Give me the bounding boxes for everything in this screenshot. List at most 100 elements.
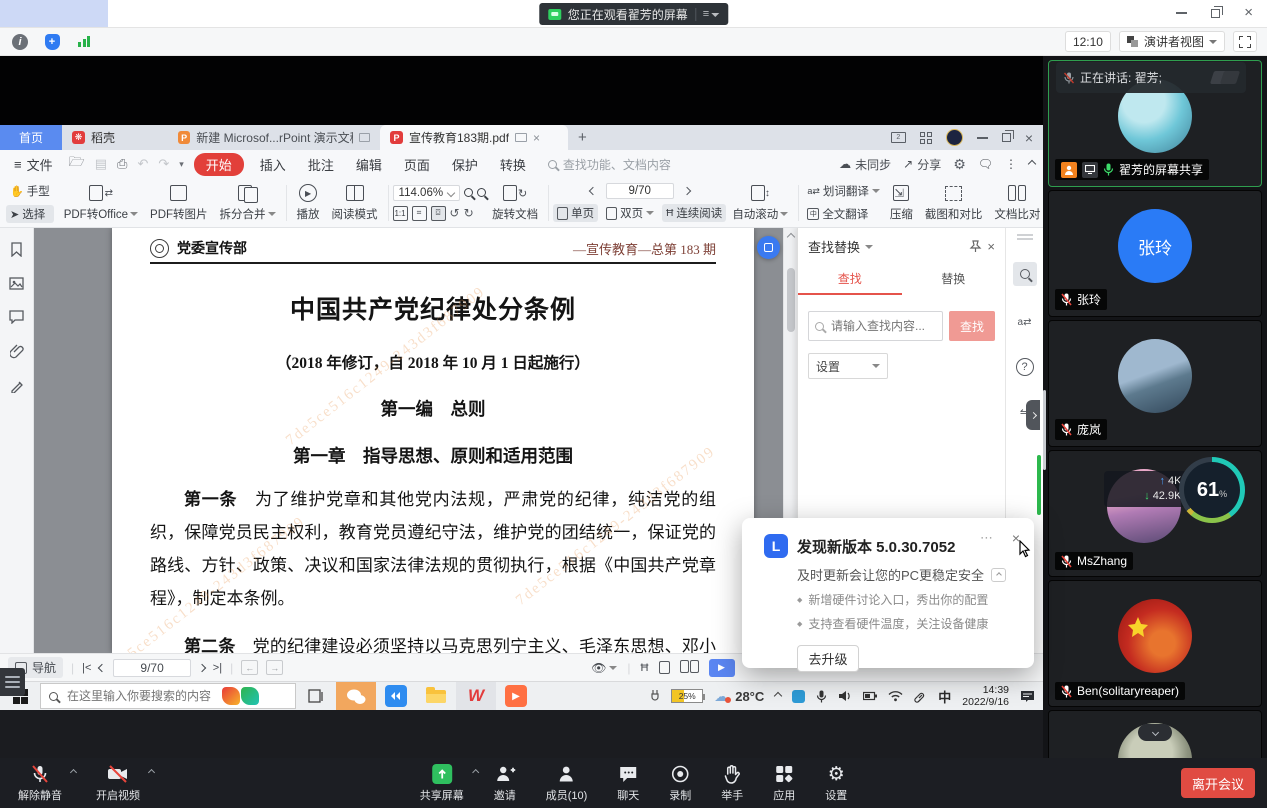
more-vertical-icon[interactable]: ⋮	[1005, 157, 1017, 171]
auto-scroll-button[interactable]: ↕ 自动滚动	[726, 180, 794, 226]
continuous-icon[interactable]: Ħ	[641, 662, 649, 674]
statusbar-page-indicator[interactable]: 9/70	[113, 659, 190, 677]
tab-ppt-document[interactable]: P 新建 Microsof...rPoint 演示文稿	[168, 125, 380, 150]
tab-close-icon[interactable]: ×	[533, 131, 540, 145]
zoom-level-select[interactable]: 114.06%	[393, 185, 461, 201]
tab-find[interactable]: 查找	[798, 264, 902, 295]
comment-icon[interactable]	[9, 310, 24, 324]
share-options-caret[interactable]	[473, 766, 478, 778]
next-page-icon[interactable]	[683, 187, 691, 195]
security-shield-icon[interactable]: +	[42, 32, 62, 52]
toolbar-more-icon[interactable]: ▾	[179, 159, 184, 170]
fit-page-icon[interactable]: ⌗	[412, 206, 427, 221]
taskbar-wechat[interactable]	[336, 682, 376, 710]
tab-pdf-document[interactable]: P 宣传教育183期.pdf ×	[380, 125, 568, 150]
menu-search[interactable]: 查找功能、文档内容	[548, 156, 671, 173]
compress-button[interactable]: ⇲ 压缩	[884, 180, 919, 226]
restore-button[interactable]	[1211, 9, 1220, 18]
list-toggle-icon[interactable]: ≡	[703, 8, 719, 20]
zoom-out-icon[interactable]	[464, 188, 473, 197]
collapse-ribbon-icon[interactable]	[1028, 160, 1036, 168]
rotate-doc-button[interactable]: ↻ 旋转文档	[486, 180, 544, 226]
translate-panel-icon[interactable]: a⇄	[1013, 310, 1037, 334]
menu-page[interactable]: 页面	[398, 155, 436, 174]
desktop-corner-widget[interactable]	[0, 668, 25, 696]
weather-widget[interactable]: ☁ 28°C	[714, 688, 764, 705]
notification-center-icon[interactable]	[1020, 690, 1035, 703]
video-options-caret[interactable]	[149, 766, 154, 778]
save-icon[interactable]: ▤	[95, 156, 107, 172]
apps-button[interactable]: 应用	[773, 763, 795, 803]
read-mode-button[interactable]: 阅读模式	[326, 180, 384, 226]
pdf-to-office-button[interactable]: ⇄ PDF转Office	[58, 180, 144, 226]
network-signal-icon[interactable]	[74, 32, 94, 52]
wps-restore-button[interactable]	[1002, 133, 1011, 142]
taskbar-wpp[interactable]: ▶	[496, 682, 536, 710]
pdf-to-image-button[interactable]: PDF转图片	[144, 180, 214, 226]
menu-protect[interactable]: 保护	[446, 155, 484, 174]
tab-grid-icon[interactable]	[920, 132, 932, 144]
taskbar-search[interactable]	[40, 683, 296, 709]
menu-convert[interactable]: 转换	[494, 155, 532, 174]
full-translate-button[interactable]: 中全文翻译	[803, 205, 884, 223]
unmute-button[interactable]: 解除静音	[18, 763, 62, 803]
undo-icon[interactable]: ↶	[137, 156, 148, 172]
mic-tray-icon[interactable]	[816, 690, 827, 703]
image-icon[interactable]	[9, 277, 24, 290]
menu-start[interactable]: 开始	[194, 153, 244, 176]
page-indicator[interactable]: 9/70	[606, 183, 674, 199]
first-page-icon[interactable]: |<	[82, 662, 91, 674]
double-page-button[interactable]: 双页	[602, 204, 658, 222]
participant-tile[interactable]: 张玲 张玲	[1048, 190, 1262, 317]
minimize-button[interactable]	[1176, 12, 1187, 14]
settings-button[interactable]: ⚙ 设置	[825, 763, 847, 803]
forward-view-icon[interactable]: →	[266, 660, 283, 675]
link-tray-icon[interactable]	[914, 690, 927, 703]
menu-file[interactable]: ≡ 文件	[8, 155, 59, 174]
zoom-in-icon[interactable]	[477, 188, 486, 197]
scrollbar-thumb[interactable]	[787, 268, 795, 332]
window-switch-icon[interactable]: 2	[891, 132, 906, 143]
menu-comment[interactable]: 批注	[302, 155, 340, 174]
slideshow-play-button[interactable]: ▶	[709, 659, 735, 677]
upgrade-button[interactable]: 去升级	[797, 645, 859, 672]
start-video-button[interactable]: 开启视频	[96, 763, 140, 803]
tab-replace[interactable]: 替换	[902, 264, 1006, 295]
hand-tool-button[interactable]: ✋手型	[6, 182, 54, 200]
meeting-info-icon[interactable]: i	[10, 32, 30, 52]
taskbar-meeting-app[interactable]	[376, 682, 416, 710]
invite-button[interactable]: 邀请	[494, 763, 516, 803]
panel-close-icon[interactable]: ×	[987, 239, 995, 254]
wps-close-button[interactable]: ×	[1025, 130, 1033, 146]
watching-banner[interactable]: 您正在观看翟芳的屏幕 ≡	[539, 3, 728, 25]
taskbar-file-explorer[interactable]	[416, 682, 456, 710]
tab-wps-home[interactable]: 首页	[0, 125, 62, 150]
actual-size-icon[interactable]: 1:1	[393, 206, 408, 221]
rotate-left-icon[interactable]: ↺	[450, 206, 460, 220]
share-screen-button[interactable]: 共享屏幕	[420, 763, 464, 803]
sidebar-collapse-button[interactable]	[1138, 724, 1172, 741]
print-icon[interactable]: ⎙	[117, 156, 127, 172]
next-page-icon[interactable]	[198, 663, 206, 671]
participant-tile[interactable]: ↑4K/s ↓42.9K/s 61% MsZhang	[1048, 450, 1262, 577]
participant-tile[interactable]: 庞岚	[1048, 320, 1262, 447]
record-button[interactable]: 录制	[669, 763, 691, 803]
menu-insert[interactable]: 插入	[254, 155, 292, 174]
ime-indicator[interactable]: 中	[938, 687, 951, 706]
prev-page-icon[interactable]	[588, 187, 596, 195]
back-view-icon[interactable]: ←	[241, 660, 258, 675]
dialog-more-icon[interactable]: ⋯	[980, 530, 994, 546]
floating-assistant-button[interactable]	[757, 236, 780, 259]
panel-dropdown-icon[interactable]	[865, 245, 873, 249]
participant-tile[interactable]: Ben(solitaryreaper)	[1048, 580, 1262, 707]
speaker-tray-icon[interactable]	[838, 690, 852, 702]
signature-icon[interactable]	[10, 379, 24, 393]
word-translate-button[interactable]: a⇄划词翻译	[803, 182, 884, 200]
prev-page-icon[interactable]	[98, 663, 106, 671]
wifi-tray-icon[interactable]	[888, 690, 903, 702]
split-merge-button[interactable]: 拆分合并	[214, 180, 282, 226]
mute-options-caret[interactable]	[71, 766, 76, 778]
taskbar-clock[interactable]: 14:392022/9/16	[962, 684, 1009, 708]
new-tab-button[interactable]: +	[568, 125, 597, 150]
taskbar-search-input[interactable]	[65, 688, 215, 704]
